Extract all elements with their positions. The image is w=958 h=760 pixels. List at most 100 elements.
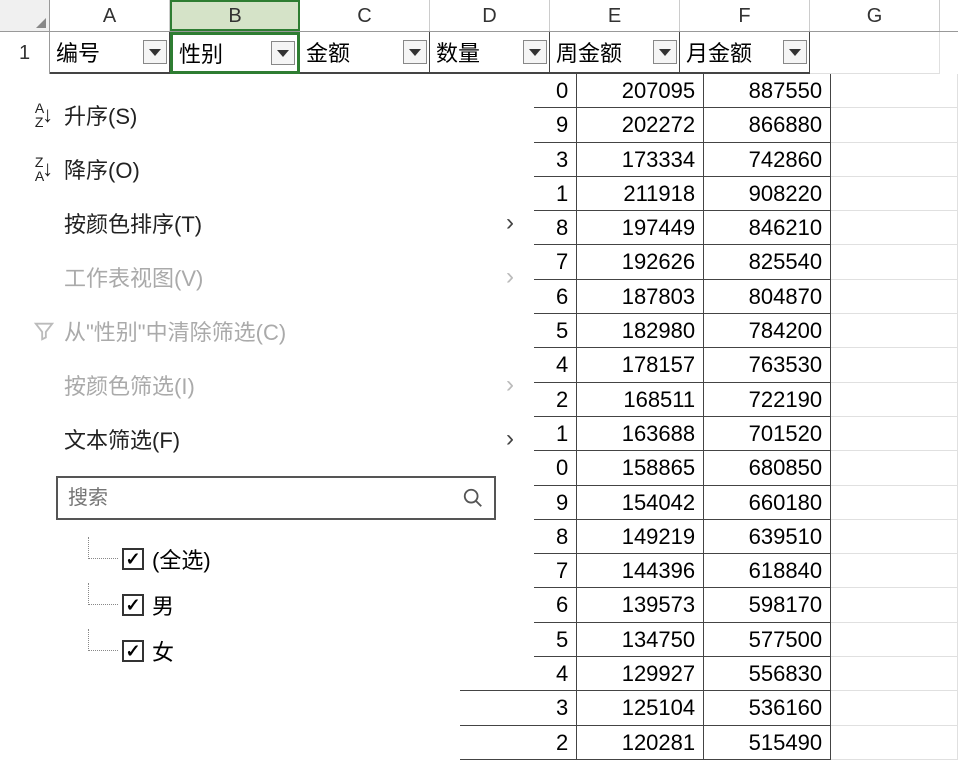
cell[interactable]: 536160 [704,691,831,725]
cell[interactable]: 660180 [704,486,831,520]
cell-empty[interactable] [831,657,958,691]
cell[interactable]: 556830 [704,657,831,691]
cell[interactable]: 197449 [577,211,704,245]
filter-dropdown-icon[interactable] [403,40,427,64]
cell[interactable]: 125104 [577,691,704,725]
filter-dropdown-icon[interactable] [143,40,167,64]
header-cell-empty[interactable] [810,32,940,74]
cell-empty[interactable] [831,726,958,760]
cell[interactable]: 187803 [577,280,704,314]
col-header-G[interactable]: G [810,0,940,31]
chevron-right-icon: › [506,263,514,291]
cell[interactable]: 149219 [577,520,704,554]
cell-empty[interactable] [831,383,958,417]
cell[interactable]: 639510 [704,520,831,554]
col-header-C[interactable]: C [300,0,430,31]
col-header-A[interactable]: A [50,0,170,31]
cell[interactable]: 168511 [577,383,704,417]
cell[interactable]: 804870 [704,280,831,314]
cell[interactable]: 3 [460,691,577,725]
cell-empty[interactable] [831,177,958,211]
cell-empty[interactable] [831,245,958,279]
cell-empty[interactable] [831,348,958,382]
cell[interactable]: 908220 [704,177,831,211]
col-header-D[interactable]: D [430,0,550,31]
filter-value-item[interactable]: ✓(全选) [88,536,534,582]
cell[interactable]: 825540 [704,245,831,279]
cell[interactable]: 846210 [704,211,831,245]
cell[interactable]: 784200 [704,314,831,348]
header-cell-qty[interactable]: 数量 [430,32,550,74]
cell[interactable]: 598170 [704,588,831,622]
cell[interactable]: 211918 [577,177,704,211]
cell[interactable]: 680850 [704,451,831,485]
checkbox-icon[interactable]: ✓ [122,640,144,662]
header-cell-gender[interactable]: 性别 [170,32,300,74]
cell-empty[interactable] [831,486,958,520]
filter-dropdown-icon[interactable] [653,40,677,64]
cell[interactable]: 154042 [577,486,704,520]
cell[interactable]: 163688 [577,417,704,451]
cell[interactable]: 701520 [704,417,831,451]
cell[interactable]: 120281 [577,726,704,760]
header-cell-month-amount[interactable]: 月金额 [680,32,810,74]
cell-empty[interactable] [831,211,958,245]
table-row: 3125104536160 [460,691,958,725]
cell-empty[interactable] [831,108,958,142]
cell-empty[interactable] [831,588,958,622]
cell[interactable]: 2 [460,726,577,760]
cell-empty[interactable] [831,623,958,657]
cell-empty[interactable] [831,451,958,485]
cell-empty[interactable] [831,74,958,108]
cell[interactable]: 887550 [704,74,831,108]
header-cell-amount[interactable]: 金额 [300,32,430,74]
filter-value-item[interactable]: ✓男 [88,582,534,628]
col-header-E[interactable]: E [550,0,680,31]
cell[interactable]: 192626 [577,245,704,279]
filter-search-box[interactable] [56,476,496,520]
search-input[interactable] [68,487,462,510]
text-filter[interactable]: 文本筛选(F) › [14,412,534,466]
cell[interactable]: 618840 [704,554,831,588]
row-number-1[interactable]: 1 [0,32,50,74]
cell[interactable]: 158865 [577,451,704,485]
cell[interactable]: 182980 [577,314,704,348]
cell[interactable]: 742860 [704,143,831,177]
filter-dropdown-icon[interactable] [523,40,547,64]
cell[interactable]: 173334 [577,143,704,177]
col-header-B[interactable]: B [170,0,300,31]
cell[interactable]: 202272 [577,108,704,142]
cell-empty[interactable] [831,143,958,177]
cell-empty[interactable] [831,554,958,588]
cell[interactable]: 134750 [577,623,704,657]
cell[interactable]: 722190 [704,383,831,417]
filter-value-item[interactable]: ✓女 [88,628,534,674]
cell-empty[interactable] [831,280,958,314]
cell[interactable]: 515490 [704,726,831,760]
cell-empty[interactable] [831,691,958,725]
header-cell-week-amount[interactable]: 周金额 [550,32,680,74]
cell-empty[interactable] [831,417,958,451]
cell[interactable]: 763530 [704,348,831,382]
chevron-right-icon: › [506,209,514,237]
filter-dropdown-icon[interactable] [271,41,295,65]
cell[interactable]: 178157 [577,348,704,382]
checkbox-icon[interactable]: ✓ [122,594,144,616]
cell[interactable]: 129927 [577,657,704,691]
checkbox-icon[interactable]: ✓ [122,548,144,570]
cell-empty[interactable] [831,520,958,554]
header-cell-id[interactable]: 编号 [50,32,170,74]
cell[interactable]: 139573 [577,588,704,622]
cell-empty[interactable] [831,314,958,348]
funnel-icon [24,320,64,342]
cell[interactable]: 207095 [577,74,704,108]
cell[interactable]: 866880 [704,108,831,142]
sort-by-color[interactable]: 按颜色排序(T) › [14,196,534,250]
cell[interactable]: 577500 [704,623,831,657]
cell[interactable]: 144396 [577,554,704,588]
filter-dropdown-icon[interactable] [783,40,807,64]
sort-descending[interactable]: ZA↓ 降序(O) [14,142,534,196]
sort-ascending[interactable]: AZ↓ 升序(S) [14,88,534,142]
col-header-F[interactable]: F [680,0,810,31]
select-all-corner[interactable] [0,0,50,31]
